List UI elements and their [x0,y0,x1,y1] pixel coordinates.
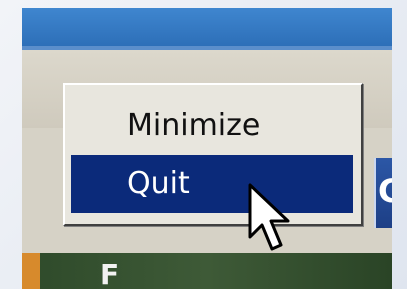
context-menu: Minimize Quit [63,83,363,226]
mouse-pointer-icon [248,183,290,251]
title-bar[interactable] [22,8,392,46]
menu-item-minimize[interactable]: Minimize [71,97,353,155]
bottom-content-strip [22,253,392,289]
partial-text-glyph: F [100,258,120,289]
partial-button-glyph: C [378,172,392,210]
menu-item-quit[interactable]: Quit [71,155,353,213]
screenshot-viewport: C F Minimize Quit [0,0,407,289]
folder-icon[interactable] [22,253,40,289]
